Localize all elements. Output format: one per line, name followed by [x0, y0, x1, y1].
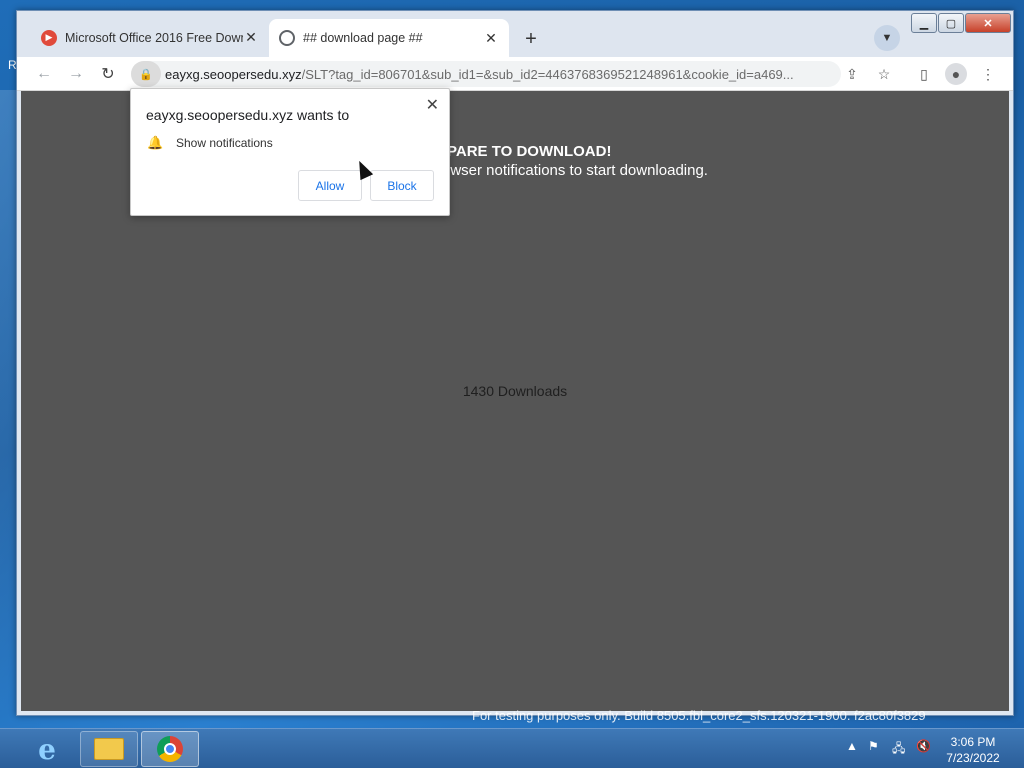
file-explorer-button[interactable]: [80, 731, 138, 767]
close-window-button[interactable]: ✕: [965, 13, 1011, 33]
tab-close-icon[interactable]: ✕: [243, 29, 259, 46]
red-play-icon: ▶: [41, 29, 57, 46]
lock-icon[interactable]: 🔒: [131, 61, 161, 87]
url-domain: eayxg.seoopersedu.xyz: [165, 66, 302, 82]
taskbar: e ▲ ⚑ 🖧 🔇 3:06 PM 7/23/2022: [0, 728, 1024, 768]
star-icon[interactable]: ☆: [873, 63, 895, 85]
side-panel-icon[interactable]: ▯: [913, 63, 935, 85]
bell-icon: 🔔: [147, 135, 164, 150]
tab-search-button[interactable]: ▼: [874, 25, 900, 51]
minimize-button[interactable]: ▁: [911, 13, 937, 33]
popup-title: eayxg.seoopersedu.xyz wants to: [146, 107, 350, 123]
internet-explorer-icon[interactable]: e: [18, 731, 76, 767]
globe-icon: [279, 30, 295, 46]
maximize-button[interactable]: ▢: [938, 13, 964, 33]
browser-toolbar: ← → ↻ 🔒 eayxg.seoopersedu.xyz /SLT?tag_i…: [17, 57, 1013, 91]
url-path: /SLT?tag_id=806701&sub_id1=&sub_id2=4463…: [301, 66, 794, 82]
block-button[interactable]: Block: [370, 170, 434, 201]
clock-date: 7/23/2022: [946, 751, 1000, 765]
page-headline: PARE TO DOWNLOAD!: [447, 143, 612, 160]
volume-muted-icon[interactable]: 🔇: [916, 739, 931, 753]
address-bar[interactable]: 🔒 eayxg.seoopersedu.xyz /SLT?tag_id=8067…: [131, 61, 841, 87]
tab-title: ## download page ##: [303, 31, 423, 45]
folder-icon: [94, 738, 124, 760]
system-clock[interactable]: 3:06 PM 7/23/2022: [936, 734, 1010, 766]
tab-download-page[interactable]: ## download page ## ✕: [269, 19, 509, 57]
network-icon[interactable]: 🖧: [892, 739, 905, 760]
close-icon[interactable]: ✕: [426, 95, 439, 115]
popup-description: Show notifications: [176, 136, 273, 150]
chrome-icon: [157, 736, 183, 762]
action-center-flag-icon[interactable]: ⚑: [868, 739, 879, 753]
forward-arrow-icon[interactable]: →: [65, 63, 87, 85]
tab-close-icon[interactable]: ✕: [483, 30, 499, 47]
chrome-taskbar-button[interactable]: [141, 731, 199, 767]
profile-avatar-icon[interactable]: ●: [945, 63, 967, 85]
tab-strip: ▶ Microsoft Office 2016 Free Down ✕ ## d…: [17, 11, 1013, 57]
menu-kebab-icon[interactable]: ⋮: [977, 63, 999, 85]
share-icon[interactable]: ⇪: [841, 63, 863, 85]
allow-button[interactable]: Allow: [298, 170, 362, 201]
back-arrow-icon[interactable]: ←: [33, 63, 55, 85]
page-subline: owser notifications to start downloading…: [442, 162, 708, 179]
reload-icon[interactable]: ↻: [97, 63, 119, 85]
notification-permission-popup: eayxg.seoopersedu.xyz wants to ✕ 🔔 Show …: [130, 88, 450, 216]
new-tab-button[interactable]: +: [517, 25, 545, 53]
clock-time: 3:06 PM: [950, 735, 996, 749]
tab-microsoft-office[interactable]: ▶ Microsoft Office 2016 Free Down ✕: [31, 20, 269, 55]
tray-overflow-icon[interactable]: ▲: [846, 739, 858, 753]
build-watermark: For testing purposes only. Build 8505.fb…: [472, 708, 926, 723]
tab-title: Microsoft Office 2016 Free Down: [65, 30, 243, 45]
downloads-counter: 1430 Downloads: [462, 383, 568, 399]
